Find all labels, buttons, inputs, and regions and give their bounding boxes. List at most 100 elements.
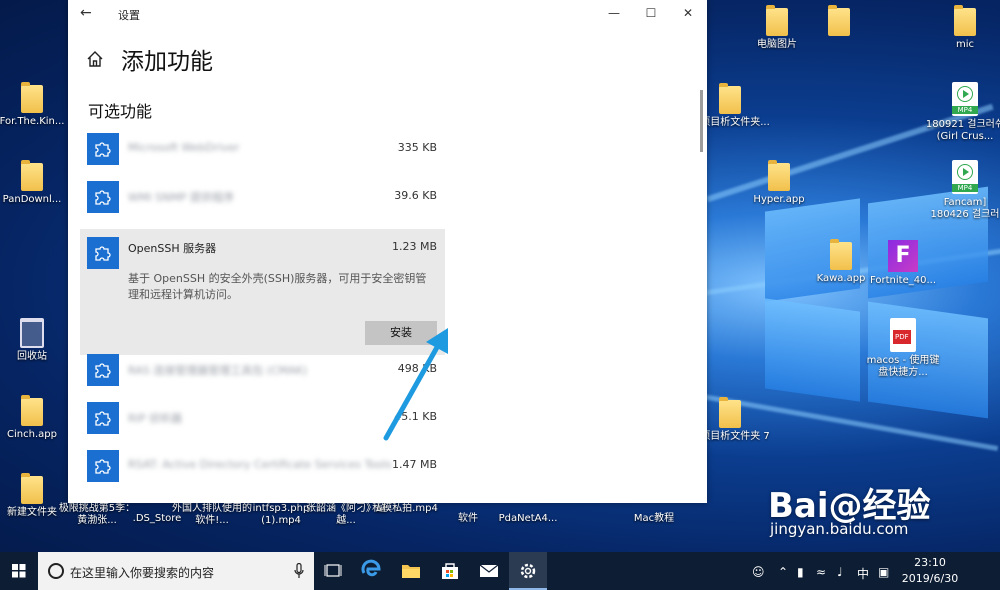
taskbar-search-box[interactable]: 在这里输入你要搜索的内容 bbox=[38, 552, 314, 590]
fortnite-app-icon: F bbox=[888, 240, 918, 272]
cortana-circle-icon bbox=[48, 563, 64, 579]
desktop-icon-label: Mac教程 bbox=[633, 513, 675, 524]
desktop-icon[interactable]: MP4 Fancam] 180426 걸크러 bbox=[925, 160, 1000, 221]
folder-icon bbox=[828, 5, 850, 36]
desktop-icon-label: 180921 걸크러쉬(Girl Crus... bbox=[925, 119, 1000, 142]
feature-description: 基于 OpenSSH 的安全外壳(SSH)服务器，可用于安全密钥管理和远程计算机… bbox=[128, 272, 427, 301]
feature-item[interactable]: Microsoft WebDriver 335 KB bbox=[80, 127, 445, 173]
baidu-watermark: Bai@经验 jingyan.baidu.com bbox=[760, 478, 1000, 552]
folder-icon bbox=[21, 395, 43, 426]
folder-icon bbox=[21, 160, 43, 191]
puzzle-icon bbox=[87, 181, 119, 213]
desktop-icon-label: 电脑图片 bbox=[757, 39, 797, 50]
section-title: 可选功能 bbox=[88, 102, 153, 121]
folder-icon bbox=[954, 5, 976, 36]
chevron-up-icon[interactable]: ⌃ bbox=[778, 565, 788, 579]
clock-time: 23:10 bbox=[914, 556, 946, 569]
puzzle-icon bbox=[87, 450, 119, 482]
desktop-icon[interactable]: 回收站 bbox=[0, 318, 72, 363]
desktop-icon-label: Fancam] 180426 걸크러 bbox=[930, 197, 1000, 220]
desktop-icon-label: For.The.Kin... bbox=[0, 116, 65, 127]
annotation-arrow-icon bbox=[383, 328, 448, 441]
feature-name: RSAT: Active Directory Certificate Servi… bbox=[128, 458, 392, 471]
task-view-icon bbox=[324, 564, 342, 577]
pdf-file-icon: PDF bbox=[890, 318, 916, 352]
scrollbar[interactable] bbox=[700, 90, 703, 152]
wifi-icon[interactable]: ≈ bbox=[816, 565, 826, 579]
desktop-icon[interactable]: PanDownl... bbox=[0, 160, 72, 206]
video-file-icon: MP4 bbox=[952, 160, 978, 194]
puzzle-icon bbox=[87, 133, 119, 165]
desktop-icon-label: Cinch.app bbox=[7, 429, 57, 440]
mail-button[interactable] bbox=[470, 552, 508, 590]
back-arrow-icon[interactable]: ← bbox=[80, 5, 96, 21]
desktop-icon[interactable] bbox=[799, 5, 879, 39]
desktop-icon-label: PdaNetA4... bbox=[498, 513, 558, 524]
settings-window: ← 设置 — ☐ ✕ 添加功能 可选功能 Microsoft WebDriver… bbox=[68, 0, 707, 503]
desktop-icon[interactable]: For.The.Kin... bbox=[0, 82, 72, 128]
desktop-icon[interactable]: Cinch.app bbox=[0, 395, 72, 441]
desktop-icon[interactable]: 外国人排队使用的软件!... bbox=[172, 503, 252, 527]
maximize-button[interactable]: ☐ bbox=[641, 4, 661, 22]
desktop-icon[interactable]: Mac教程 bbox=[614, 513, 694, 525]
clock[interactable]: 23:10 2019/6/30 bbox=[885, 555, 975, 587]
settings-taskbar-button[interactable] bbox=[509, 552, 547, 590]
start-button[interactable] bbox=[0, 552, 38, 590]
search-placeholder: 在这里输入你要搜索的内容 bbox=[70, 566, 215, 580]
people-icon[interactable]: ☺ bbox=[752, 565, 765, 579]
desktop-icon[interactable]: mic bbox=[925, 5, 1000, 51]
ime-indicator[interactable]: 中 bbox=[857, 565, 869, 582]
window-title: 设置 bbox=[118, 9, 140, 22]
desktop-icon-label: Hyper.app bbox=[753, 194, 805, 205]
desktop-icon[interactable]: F Fortnite_40... bbox=[863, 240, 943, 287]
desktop-icon-label: 回收站 bbox=[17, 351, 47, 362]
watermark-url: jingyan.baidu.com bbox=[770, 520, 909, 538]
folder-icon bbox=[766, 5, 788, 36]
desktop-icon-label: mic bbox=[955, 39, 975, 50]
feature-name: RAS 连接管理器管理工具包 (CMAK) bbox=[128, 364, 308, 377]
close-button[interactable]: ✕ bbox=[678, 4, 698, 22]
feature-size: 1.47 MB bbox=[391, 458, 437, 471]
desktop-icon[interactable]: MP4 180921 걸크러쉬(Girl Crus... bbox=[925, 82, 1000, 143]
volume-icon[interactable]: ♩ bbox=[837, 565, 843, 579]
battery-icon[interactable]: ▮ bbox=[797, 565, 804, 579]
minimize-button[interactable]: — bbox=[604, 4, 624, 22]
folder-icon bbox=[719, 397, 741, 428]
desktop-icon-label: 外国人排队使用的软件!... bbox=[172, 503, 252, 526]
desktop-icon[interactable]: PdaNetA4... bbox=[488, 513, 568, 525]
feature-size: 335 KB bbox=[397, 141, 437, 154]
store-bag-icon bbox=[442, 563, 458, 579]
folder-icon bbox=[402, 565, 420, 578]
gear-icon bbox=[520, 563, 536, 579]
windows-logo-pane bbox=[765, 298, 860, 402]
mail-icon bbox=[479, 564, 499, 577]
store-button[interactable] bbox=[431, 552, 469, 590]
feature-item[interactable]: RSAT: Active Directory Certificate Servi… bbox=[80, 444, 445, 490]
home-icon[interactable] bbox=[86, 50, 104, 68]
feature-name: Microsoft WebDriver bbox=[128, 141, 240, 154]
task-view-button[interactable] bbox=[314, 552, 352, 590]
video-file-icon: MP4 bbox=[952, 82, 978, 116]
desktop-icon-label: Fortnite_40... bbox=[870, 275, 936, 286]
feature-name: OpenSSH 服务器 bbox=[128, 242, 217, 255]
edge-browser-button[interactable] bbox=[353, 552, 391, 590]
edge-icon bbox=[361, 559, 381, 577]
microphone-icon[interactable] bbox=[294, 563, 304, 579]
desktop-icon-label: macos - 使用键盘快捷方... bbox=[866, 355, 940, 378]
feature-size: 1.23 MB bbox=[391, 240, 437, 253]
folder-icon bbox=[21, 82, 43, 113]
feature-size: 39.6 KB bbox=[394, 189, 437, 202]
desktop-icon-label: PanDownl... bbox=[2, 194, 62, 205]
file-explorer-button[interactable] bbox=[392, 552, 430, 590]
feature-item[interactable]: WMI SNMP 提供程序 39.6 KB bbox=[80, 175, 445, 221]
folder-icon bbox=[21, 473, 43, 504]
folder-icon bbox=[768, 160, 790, 191]
page-title: 添加功能 bbox=[121, 49, 213, 75]
folder-icon bbox=[830, 239, 852, 270]
windows-logo-icon bbox=[12, 564, 26, 578]
desktop-icon[interactable]: Hyper.app bbox=[739, 160, 819, 206]
feature-name: RIP 侦听器 bbox=[128, 412, 183, 425]
title-bar: ← 设置 — ☐ ✕ bbox=[68, 0, 707, 28]
desktop-icon[interactable]: PDF macos - 使用键盘快捷方... bbox=[863, 318, 943, 379]
folder-icon bbox=[719, 83, 741, 114]
